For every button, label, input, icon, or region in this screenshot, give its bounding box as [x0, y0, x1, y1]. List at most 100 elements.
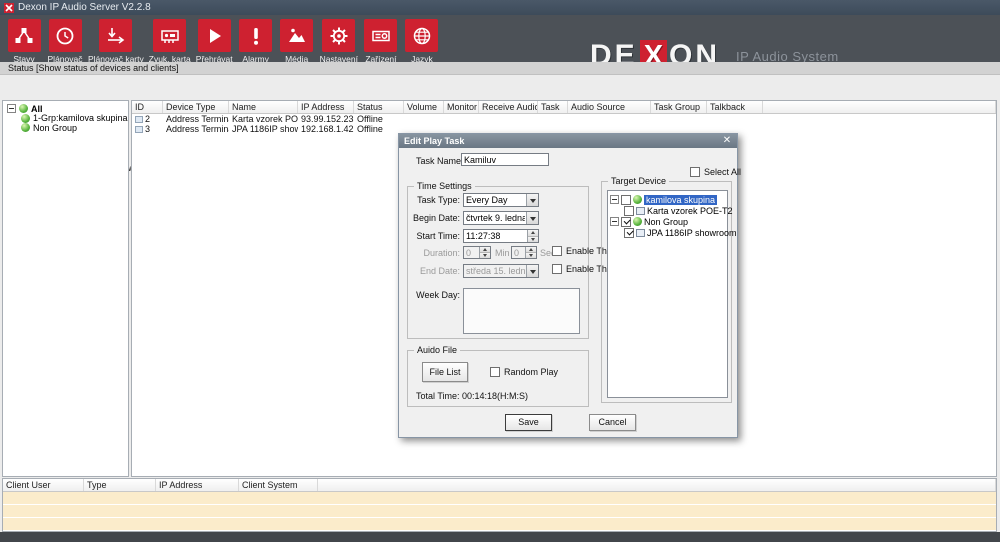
- toolbar-item-planovac-karty[interactable]: Plánovač karty: [88, 19, 144, 64]
- column-header[interactable]: Talkback: [707, 101, 763, 113]
- collapse-icon[interactable]: [610, 195, 619, 204]
- tree-node-group[interactable]: Non Group: [610, 216, 725, 227]
- collapse-icon[interactable]: [610, 217, 619, 226]
- target-device-legend: Target Device: [608, 176, 669, 186]
- column-header[interactable]: Name: [229, 101, 298, 113]
- devices-icon: [364, 19, 397, 52]
- week-day-listbox[interactable]: [463, 288, 580, 334]
- tree-node-group[interactable]: kamilova skupina: [610, 194, 725, 205]
- column-header[interactable]: Device Type: [163, 101, 229, 113]
- duration-min-value: 0: [466, 248, 478, 258]
- tree-node-all[interactable]: All: [3, 104, 128, 114]
- toolbar-item-alarmy[interactable]: Alarmy: [238, 19, 274, 64]
- checkbox-icon[interactable]: [621, 195, 631, 205]
- column-header[interactable]: Volume: [404, 101, 444, 113]
- toolbar-item-zvuk-karta[interactable]: Zvuk. karta: [149, 19, 191, 64]
- client-table: Client User Type IP Address Client Syste…: [2, 478, 997, 532]
- begin-date-select[interactable]: čtvrtek 9. ledna 20: [463, 211, 539, 225]
- toolbar-item-stavy[interactable]: Stavy: [6, 19, 42, 64]
- column-header[interactable]: Client User: [3, 479, 84, 491]
- titlebar: Dexon IP Audio Server V2.2.8: [0, 0, 1000, 15]
- spinner-arrows-icon[interactable]: [479, 247, 490, 258]
- select-all-label: Select All: [704, 167, 741, 177]
- group-icon: [633, 217, 642, 226]
- tree-node-group[interactable]: 1-Grp:kamilova skupina: [3, 114, 128, 124]
- tree-node-label: All: [31, 104, 43, 114]
- task-type-value: Every Day: [466, 195, 525, 205]
- dialog-titlebar[interactable]: Edit Play Task ✕: [399, 134, 737, 148]
- alarm-icon: [239, 19, 272, 52]
- time-settings-legend: Time Settings: [414, 181, 475, 191]
- checkbox-icon[interactable]: [552, 264, 562, 274]
- start-time-spinner[interactable]: 11:27:38: [463, 229, 539, 243]
- begin-date-value: čtvrtek 9. ledna 20: [466, 213, 525, 223]
- task-name-field[interactable]: [461, 153, 549, 166]
- duration-sec-spinner[interactable]: 0: [511, 246, 537, 259]
- column-header[interactable]: Type: [84, 479, 156, 491]
- column-header[interactable]: Client System: [239, 479, 318, 491]
- column-header[interactable]: Monitor: [444, 101, 479, 113]
- column-header[interactable]: Task Group: [651, 101, 707, 113]
- column-header-filler: [318, 479, 996, 491]
- file-list-button[interactable]: File List: [422, 362, 468, 382]
- checkbox-checked-icon[interactable]: [621, 217, 631, 227]
- random-play-label: Random Play: [504, 367, 558, 377]
- tree-node-device[interactable]: JPA 1186IP showroom: [610, 227, 725, 238]
- cancel-button[interactable]: Cancel: [589, 414, 636, 431]
- column-header[interactable]: IP Address: [298, 101, 354, 113]
- toolbar-item-nastaveni[interactable]: Nastavení: [320, 19, 358, 64]
- checkbox-checked-icon[interactable]: [624, 228, 634, 238]
- toolbar-item-media[interactable]: Média: [279, 19, 315, 64]
- device-table-header: ID Device Type Name IP Address Status Vo…: [132, 101, 996, 114]
- time-settings-group: Time Settings Task Type: Every Day Begin…: [407, 186, 589, 339]
- random-play-checkbox[interactable]: Random Play: [490, 367, 558, 377]
- spinner-arrows-icon[interactable]: [525, 247, 536, 258]
- column-header-filler: [763, 101, 996, 113]
- collapse-icon[interactable]: [7, 104, 16, 113]
- checkbox-icon[interactable]: [490, 367, 500, 377]
- device-row-icon: [135, 126, 143, 133]
- column-header[interactable]: Status: [354, 101, 404, 113]
- begin-date-label: Begin Date:: [408, 213, 460, 223]
- app-window: Dexon IP Audio Server V2.2.8 Stavy Pláno…: [0, 0, 1000, 542]
- toolbar-item-zarizeni[interactable]: Zařízení: [363, 19, 399, 64]
- tree-node-label: kamilova skupina: [644, 195, 717, 205]
- tree-node-label: Non Group: [33, 123, 77, 133]
- client-row-empty: [3, 518, 996, 531]
- status-strip: Status [Show status of devices and clien…: [0, 62, 1000, 75]
- end-date-value: středa 15. ledna 20: [466, 266, 525, 276]
- tree-node-group[interactable]: Non Group: [3, 123, 128, 133]
- toolbar-item-jazyk[interactable]: Jazyk: [404, 19, 440, 64]
- column-header[interactable]: Receive Audio: [479, 101, 538, 113]
- toolbar-item-prehravat[interactable]: Přehrávat: [196, 19, 233, 64]
- column-header[interactable]: ID: [132, 101, 163, 113]
- column-header[interactable]: Audio Source: [568, 101, 651, 113]
- checkbox-icon[interactable]: [552, 246, 562, 256]
- table-row[interactable]: 2 Address Terminal Karta vzorek POE-T2 9…: [132, 114, 996, 124]
- week-day-label: Week Day:: [408, 290, 460, 300]
- language-globe-icon: [405, 19, 438, 52]
- tree-node-label: Karta vzorek POE-T2: [647, 206, 733, 216]
- chevron-down-icon[interactable]: [526, 194, 538, 206]
- toolbar-item-planovac[interactable]: Plánovač: [47, 19, 83, 64]
- spinner-arrows-icon[interactable]: [527, 230, 538, 242]
- task-type-select[interactable]: Every Day: [463, 193, 539, 207]
- chevron-down-icon[interactable]: [526, 265, 538, 277]
- column-header[interactable]: IP Address: [156, 479, 239, 491]
- controls-row: Show Online and Offline Show [All Group]…: [0, 75, 1000, 100]
- client-row-empty: [3, 492, 996, 505]
- tree-node-device[interactable]: Karta vzorek POE-T2: [610, 205, 725, 216]
- duration-min-spinner[interactable]: 0: [463, 246, 491, 259]
- end-date-select[interactable]: středa 15. ledna 20: [463, 264, 539, 278]
- dialog-title: Edit Play Task: [399, 136, 464, 146]
- checkbox-icon[interactable]: [690, 167, 700, 177]
- select-all-checkbox[interactable]: Select All: [690, 167, 741, 177]
- bottom-bar: [0, 532, 1000, 542]
- close-icon[interactable]: ✕: [720, 134, 734, 148]
- save-button[interactable]: Save: [505, 414, 552, 431]
- target-device-tree[interactable]: kamilova skupina Karta vzorek POE-T2 Non…: [607, 190, 728, 398]
- checkbox-icon[interactable]: [624, 206, 634, 216]
- chevron-down-icon[interactable]: [526, 212, 538, 224]
- tree-node-label: JPA 1186IP showroom: [647, 228, 737, 238]
- column-header[interactable]: Task: [538, 101, 568, 113]
